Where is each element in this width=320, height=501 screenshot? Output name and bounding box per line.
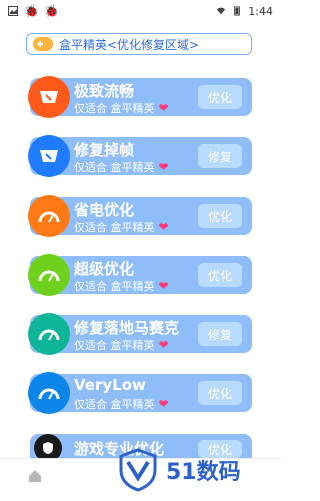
card-subtitle-text: 仅适合 盒平精英 — [74, 280, 155, 293]
card-subtitle-text: 仅适合 盒平精英 — [74, 339, 155, 352]
card-subtitle: 仅适合 盒平精英 ❤ — [74, 278, 169, 294]
watermark-logo — [119, 448, 157, 492]
battery-icon — [234, 6, 241, 16]
fix-button[interactable]: 修复 — [198, 144, 242, 168]
optimize-button[interactable]: 优化 — [198, 263, 242, 287]
card-subtitle: 仅适合 盒平精英 ❤ — [74, 100, 169, 116]
fix-button[interactable]: 修复 — [198, 322, 242, 346]
heart-icon: ❤ — [158, 160, 169, 174]
card-subtitle: 仅适合 盒平精英 ❤ — [74, 337, 169, 353]
card-subtitle-text: 仅适合 盒平精英 — [74, 102, 155, 115]
card-title: 省电优化 — [74, 201, 135, 219]
gamepad-icon — [33, 37, 53, 51]
speedometer-icon — [28, 76, 70, 118]
battery-gauge-icon — [28, 195, 70, 237]
low-gauge-icon — [28, 372, 70, 414]
heart-icon: ❤ — [158, 397, 169, 411]
heart-icon: ❤ — [158, 279, 169, 293]
heart-icon: ❤ — [158, 101, 169, 115]
card-smooth: 极致流畅 仅适合 盒平精英 ❤ 优化 — [28, 76, 252, 118]
card-subtitle: 仅适合 盒平精英 ❤ — [74, 396, 169, 412]
speed-gauge-icon — [28, 254, 70, 296]
wifi-icon — [217, 7, 226, 15]
heart-icon: ❤ — [158, 338, 169, 352]
status-right: 1:44 — [216, 5, 273, 18]
card-title: 超级优化 — [74, 260, 135, 278]
gauge-icon — [28, 135, 70, 177]
section-header: 盒平精英<优化修复区域> — [26, 33, 252, 55]
watermark-text: 51数码 — [166, 460, 241, 485]
section-title: 盒平精英<优化修复区域> — [59, 37, 200, 52]
watermark: 51数码 — [118, 448, 241, 492]
card-fix-frame-drop: 修复掉帧 仅适合 盒平精英 ❤ 修复 — [28, 135, 252, 177]
card-verylow: VeryLow 仅适合 盒平精英 ❤ 优化 — [28, 372, 252, 414]
status-left: 🐞 🐞 — [8, 4, 59, 18]
bug-icon: 🐞 — [24, 4, 39, 18]
card-title: 极致流畅 — [74, 82, 135, 100]
status-bar: 🐞 🐞 1:44 — [0, 0, 281, 22]
status-time: 1:44 — [248, 4, 273, 18]
card-super-optimize: 超级优化 仅适合 盒平精英 ❤ 优化 — [28, 254, 252, 296]
home-icon[interactable] — [27, 468, 43, 484]
card-subtitle-text: 仅适合 盒平精英 — [74, 398, 155, 411]
card-subtitle-text: 仅适合 盒平精英 — [74, 221, 155, 234]
card-fix-mosaic: 修复落地马赛克 仅适合 盒平精英 ❤ 修复 — [28, 313, 252, 355]
fix-gauge-icon — [28, 313, 70, 355]
card-power-saving: 省电优化 仅适合 盒平精英 ❤ 优化 — [28, 195, 252, 237]
optimize-button[interactable]: 优化 — [198, 381, 242, 405]
optimize-button[interactable]: 优化 — [198, 204, 242, 228]
bug-icon: 🐞 — [43, 4, 59, 18]
heart-icon: ❤ — [158, 220, 169, 234]
card-subtitle: 仅适合 盒平精英 ❤ — [74, 159, 169, 175]
card-title: 修复掉帧 — [74, 141, 135, 159]
card-subtitle: 仅适合 盒平精英 ❤ — [74, 219, 169, 235]
card-title: 修复落地马赛克 — [74, 319, 180, 337]
card-subtitle-text: 仅适合 盒平精英 — [74, 161, 155, 174]
optimize-button[interactable]: 优化 — [198, 85, 242, 109]
image-icon — [8, 6, 18, 16]
card-title: VeryLow — [74, 376, 146, 394]
